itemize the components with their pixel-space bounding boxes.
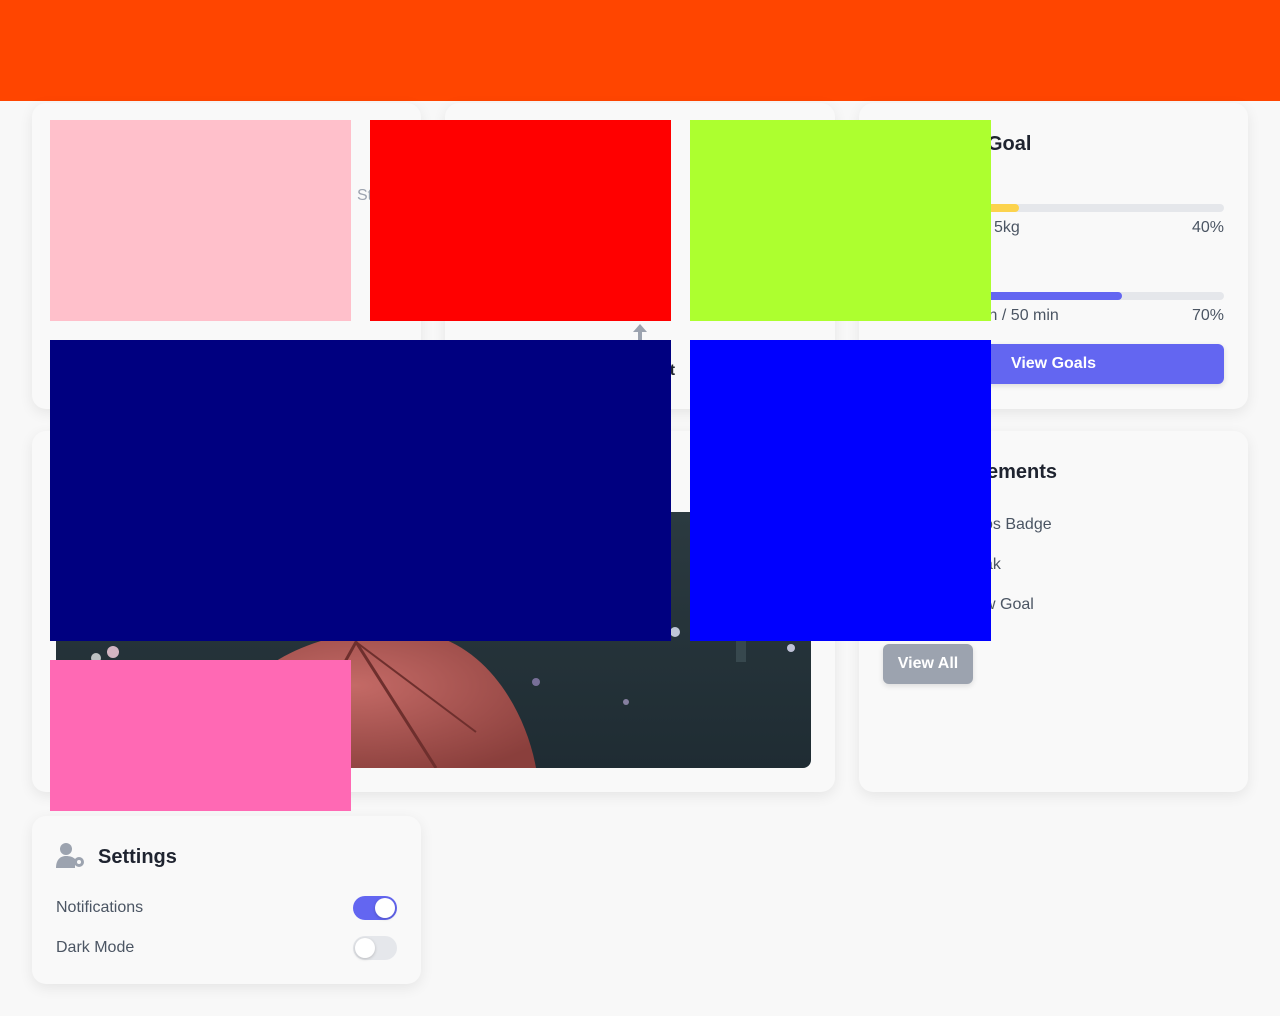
settings-title: Settings (98, 846, 177, 868)
lime-block (690, 120, 991, 321)
notifications-toggle[interactable] (353, 896, 397, 920)
achievements-title: ements (987, 461, 1058, 483)
hotpink-block (50, 660, 351, 811)
top-header-bar (0, 0, 1280, 101)
navy-block (50, 340, 671, 641)
notifications-label: Notifications (56, 899, 144, 916)
pink-block (50, 120, 351, 321)
achievement-item: w Goal (984, 596, 1034, 613)
blue-block (690, 340, 991, 641)
toggle-knob (355, 938, 375, 958)
goal-1-value: 5kg (994, 219, 1020, 236)
user-gear-icon (56, 843, 84, 868)
goal-2-percent: 70% (1191, 307, 1224, 324)
dark-mode-toggle[interactable] (353, 936, 397, 960)
settings-card: Settings Notifications Dark Mode (32, 816, 421, 984)
dark-mode-label: Dark Mode (56, 939, 135, 956)
goal-1-percent: 40% (1191, 219, 1224, 236)
achievement-item: os Badge (984, 516, 1052, 533)
goal-card-title: Goal (987, 133, 1032, 155)
red-block (370, 120, 671, 321)
view-all-button[interactable]: View All (883, 644, 973, 684)
toggle-knob (375, 898, 395, 918)
goal-2-value: in / 50 min (985, 307, 1059, 324)
